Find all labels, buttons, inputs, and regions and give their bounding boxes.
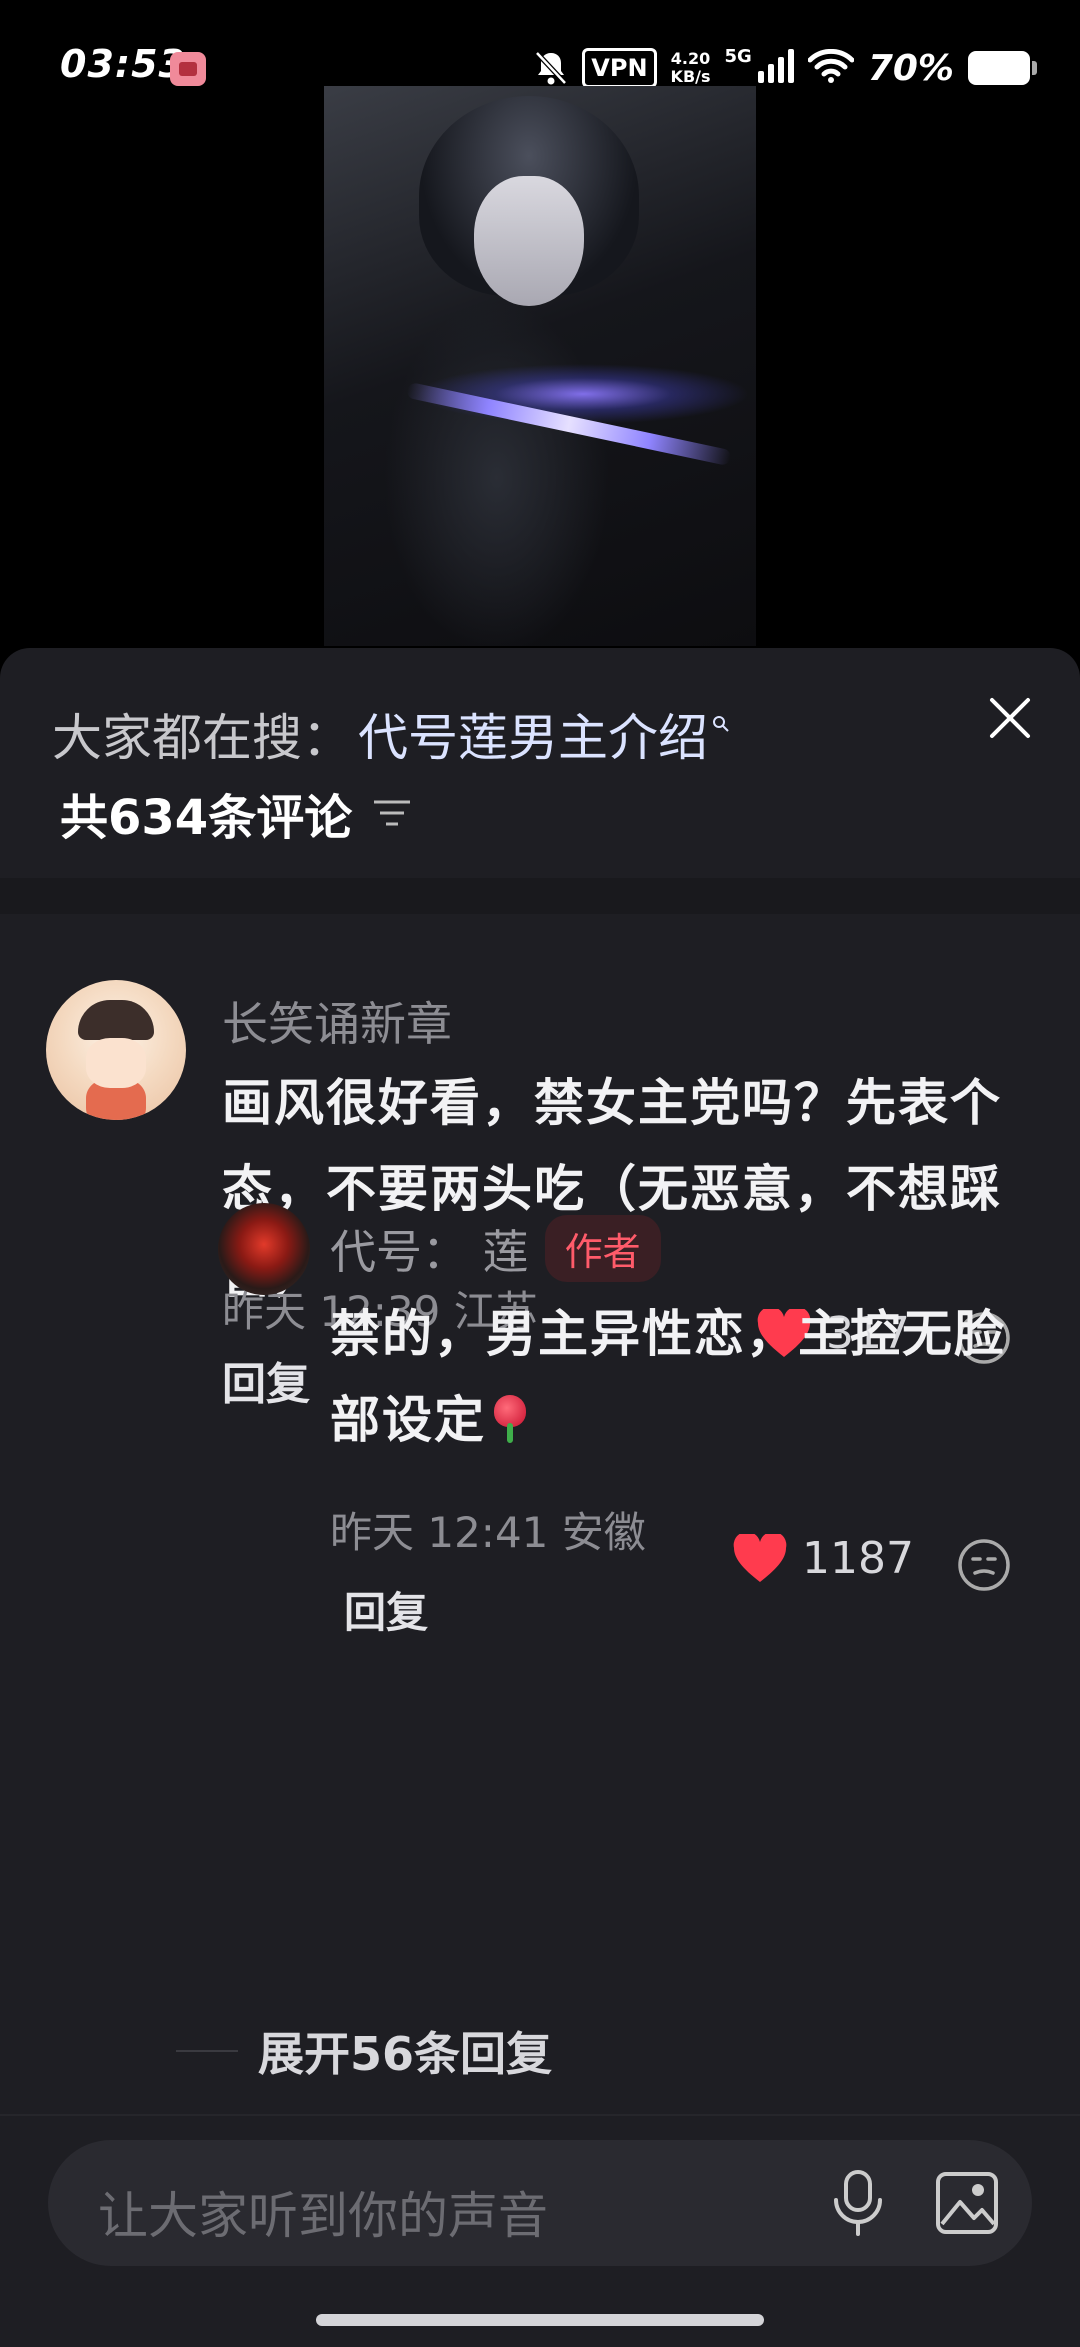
reply-meta: 昨天 12:41 安徽 (330, 1508, 646, 1557)
home-indicator[interactable] (316, 2314, 764, 2326)
comment-input-placeholder: 让大家听到你的声音 (98, 2187, 548, 2245)
reply-user-row: 代号： 莲 作者 (330, 1215, 661, 1282)
emoji-reaction-button[interactable] (956, 1537, 1012, 1593)
network-speed-value: 4.20 (670, 49, 711, 68)
face-icon (958, 1539, 1010, 1591)
like-count: 1187 (802, 1533, 914, 1584)
comments-sheet: 大家都在搜： 代号莲男主介绍 共634条评论 长笑诵新章 画风很好看，禁女主党吗… (0, 648, 1080, 2345)
network-type: 5G (724, 46, 752, 67)
wifi-icon (807, 48, 855, 87)
search-suggestion-prefix: 大家都在搜： (52, 709, 352, 767)
status-time: 03:53 (60, 42, 186, 86)
reply-button[interactable]: 回复 (222, 1348, 310, 1412)
battery-percent: 70% (867, 47, 954, 89)
reply-button[interactable]: 回复 (344, 1588, 428, 1637)
avatar[interactable] (46, 980, 186, 1120)
expand-replies-label: 展开56条回复 (258, 2027, 553, 2081)
artwork-light-streak (405, 381, 733, 467)
expand-divider (176, 2050, 238, 2052)
reply-username[interactable]: 代号： 莲 (330, 1216, 529, 1282)
reply-text: 禁的，男主异性恋，主控无脸部设定 (330, 1305, 1006, 1449)
heart-icon (733, 1533, 787, 1582)
avatar[interactable] (218, 1203, 310, 1295)
search-suggestion[interactable]: 大家都在搜： 代号莲男主介绍 (52, 698, 730, 770)
comment-count-row: 共634条评论 (60, 778, 412, 848)
like-button[interactable]: 1187 (732, 1533, 914, 1584)
close-button[interactable] (980, 688, 1040, 748)
vpn-indicator: VPN (582, 48, 657, 88)
close-icon (990, 698, 1030, 738)
reply-text-block[interactable]: 禁的，男主异性恋，主控无脸部设定 (330, 1291, 1030, 1463)
artwork-face (474, 176, 584, 306)
comment-count: 共634条评论 (60, 790, 353, 846)
signal-bars-icon (757, 49, 794, 87)
author-badge: 作者 (544, 1215, 661, 1282)
sort-filter-icon[interactable] (372, 796, 412, 830)
image-icon[interactable] (934, 2170, 1000, 2236)
comment-input-bar: 让大家听到你的声音 (0, 2114, 1080, 2347)
microphone-icon[interactable] (828, 2168, 888, 2238)
mute-icon (534, 50, 568, 86)
comment-input[interactable]: 让大家听到你的声音 (48, 2140, 1032, 2266)
app-notification-icon (170, 52, 206, 86)
network-speed-unit: KB/s (670, 67, 711, 86)
network-speed: 4.20 KB/s (671, 50, 711, 86)
battery-icon (968, 51, 1037, 85)
search-icon (712, 714, 730, 739)
artwork-image[interactable] (324, 86, 756, 646)
expand-replies[interactable]: 展开56条回复 (176, 2018, 552, 2084)
rose-emoji-icon (486, 1393, 532, 1443)
search-suggestion-term[interactable]: 代号莲男主介绍 (358, 698, 708, 770)
comment-username[interactable]: 长笑诵新章 (222, 988, 452, 1054)
reply-meta-row: 昨天 12:41 安徽回复 (330, 1493, 650, 1653)
section-divider (0, 878, 1080, 914)
